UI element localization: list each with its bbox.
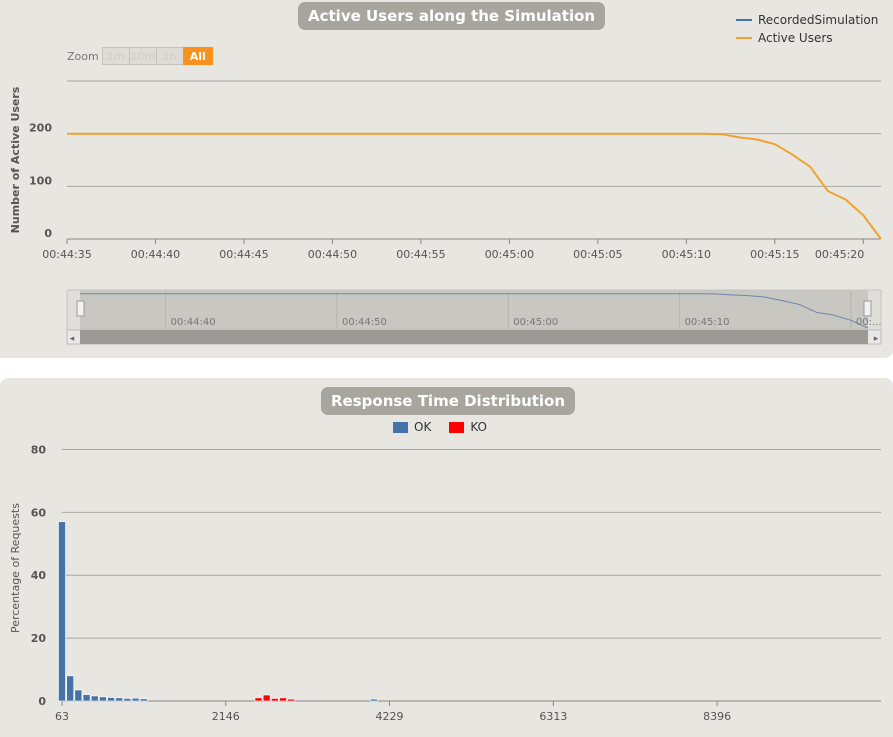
- ok-bar[interactable]: [66, 675, 74, 702]
- navigator-tick-label: 00:45:10: [685, 317, 730, 328]
- y-tick-label: 100: [29, 174, 52, 187]
- active-users-chart: 0 100 200 00:44:35 00:44:40 00:44:45 00:44:50…: [9, 80, 882, 345]
- y-tick-label: 40: [31, 569, 47, 582]
- y-tick-label: 20: [31, 632, 47, 645]
- x-tick-label: 00:44:55: [396, 248, 445, 261]
- navigator-scrollbar-thumb[interactable]: [80, 330, 868, 344]
- x-tick-label: 00:45:05: [573, 248, 622, 261]
- ok-bar[interactable]: [131, 697, 140, 702]
- ok-bar[interactable]: [74, 689, 83, 702]
- x-tick-label: 8396: [703, 710, 731, 723]
- ok-bar[interactable]: [139, 698, 148, 702]
- dist-y-axis-label: Percentage of Requests: [9, 503, 22, 633]
- time-navigator[interactable]: 00:44:40 00:44:50 00:45:00 00:45:10 00:... ◂…: [66, 289, 882, 345]
- x-tick-label: 00:45:10: [662, 248, 711, 261]
- ko-bar[interactable]: [254, 697, 263, 702]
- ok-bar[interactable]: [107, 697, 115, 702]
- x-tick-label: 2146: [212, 710, 240, 723]
- ko-bar[interactable]: [287, 698, 295, 702]
- users-y-axis-label: Number of Active Users: [9, 86, 22, 233]
- ok-bar[interactable]: [115, 697, 124, 702]
- active-users-panel: Active Users along the Simulation Zoom 1…: [0, 0, 893, 358]
- y-tick-label: 200: [29, 122, 52, 135]
- x-tick-label: 00:44:50: [308, 248, 357, 261]
- navigator-tick-label: 00:45:00: [513, 317, 558, 328]
- x-tick-label: 4229: [376, 710, 404, 723]
- ko-bar[interactable]: [262, 694, 271, 702]
- x-tick-label: 00:44:35: [42, 248, 91, 261]
- y-tick-label: 0: [38, 695, 46, 708]
- ko-bar[interactable]: [279, 697, 287, 702]
- ok-bar[interactable]: [90, 695, 99, 702]
- navigator-tick-label: 00:...: [856, 317, 882, 328]
- ok-bar[interactable]: [123, 698, 132, 702]
- y-tick-label: 80: [31, 443, 47, 456]
- x-tick-label: 00:44:45: [219, 248, 268, 261]
- navigator-tick-label: 00:44:50: [342, 317, 387, 328]
- x-tick-label: 00:45:15: [750, 248, 799, 261]
- ok-bar[interactable]: [58, 521, 66, 702]
- x-tick-label: 00:45:00: [485, 248, 534, 261]
- ko-bar[interactable]: [271, 698, 279, 702]
- y-tick-label: 0: [44, 227, 52, 240]
- x-tick-label: 00:45:20: [815, 248, 864, 261]
- response-time-panel: Response Time Distribution OK KO 0 20 40 60…: [0, 378, 893, 737]
- ok-bar[interactable]: [370, 698, 378, 702]
- x-tick-label: 63: [55, 710, 69, 723]
- response-time-chart: 0 20 40 60 80 63 2146 4229 6313 8396 Percentage …: [9, 443, 881, 723]
- navigator-left-handle[interactable]: [76, 300, 85, 317]
- x-tick-label: 6313: [539, 710, 567, 723]
- scroll-right-arrow-icon[interactable]: ▸: [874, 334, 879, 344]
- ok-bar[interactable]: [82, 694, 91, 702]
- ok-bar[interactable]: [99, 696, 107, 702]
- x-tick-label: 00:44:40: [131, 248, 180, 261]
- navigator-tick-label: 00:44:40: [171, 317, 216, 328]
- navigator-right-handle[interactable]: [863, 300, 872, 317]
- scroll-left-arrow-icon[interactable]: ◂: [70, 334, 75, 344]
- y-tick-label: 60: [31, 506, 47, 519]
